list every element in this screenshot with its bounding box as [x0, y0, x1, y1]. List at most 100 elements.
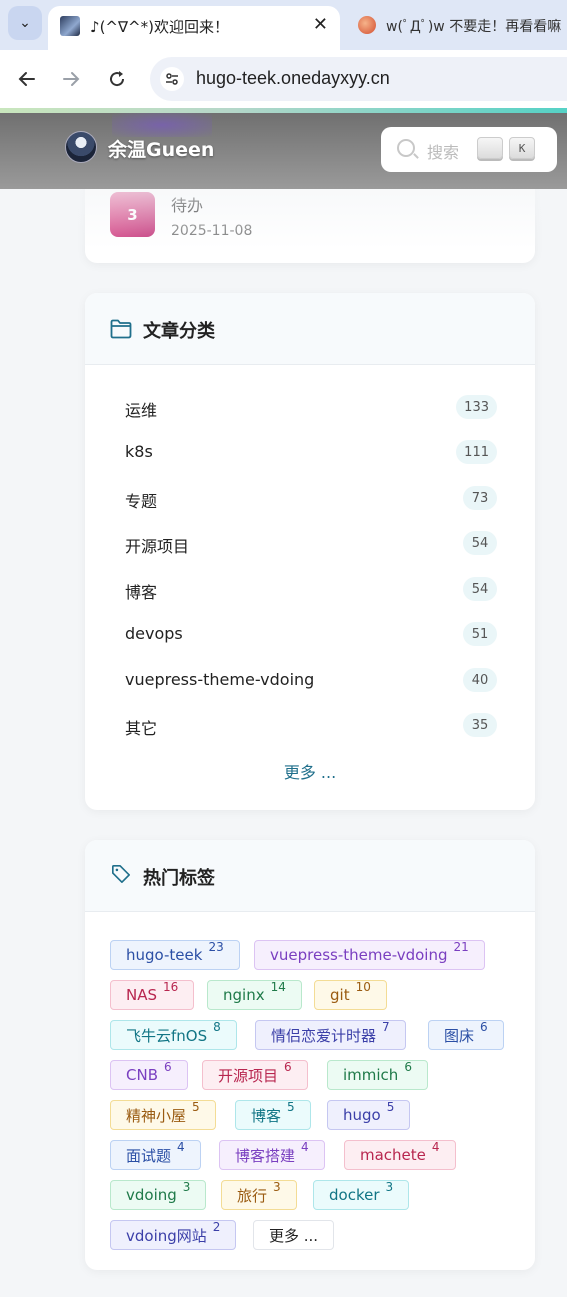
category-name[interactable]: devops: [125, 624, 183, 643]
category-name[interactable]: 其它: [125, 715, 157, 739]
tag-name: 飞牛云fnOS: [126, 1026, 208, 1045]
tab-favicon-icon: [60, 16, 80, 36]
header-glow: [112, 113, 212, 137]
site-title[interactable]: 余温Gueen: [108, 135, 214, 162]
category-name[interactable]: 博客: [125, 579, 157, 603]
tag-count: 6: [404, 1060, 412, 1074]
category-item[interactable]: 专题 73: [125, 484, 497, 514]
tag-item[interactable]: docker 3: [313, 1180, 410, 1210]
tag-item[interactable]: 精神小屋 5: [110, 1100, 216, 1130]
avatar[interactable]: [65, 131, 97, 163]
tag-name: hugo-teek: [126, 946, 203, 964]
tag-name: 博客搭建: [235, 1146, 296, 1165]
address-bar[interactable]: hugo-teek.onedayxyy.cn: [150, 57, 567, 101]
tag-count: 6: [164, 1060, 172, 1074]
tag-item[interactable]: 博客 5: [235, 1100, 311, 1130]
tag-item[interactable]: machete 4: [344, 1140, 456, 1170]
tag-name: 面试题: [126, 1146, 172, 1165]
category-item[interactable]: vuepress-theme-vdoing 40: [125, 666, 497, 696]
tag-item[interactable]: vuepress-theme-vdoing 21: [254, 940, 485, 970]
tab-search-button[interactable]: ⌄: [8, 6, 42, 40]
tag-item[interactable]: CNB 6: [110, 1060, 188, 1090]
category-item[interactable]: devops 51: [125, 620, 497, 650]
categories-more-link[interactable]: 更多 ...: [85, 759, 535, 783]
category-name[interactable]: k8s: [125, 442, 153, 461]
card-title: 热门标签: [143, 868, 215, 889]
tag-icon: [112, 865, 130, 883]
tag-name: 旅行: [237, 1186, 268, 1205]
tag-name: vuepress-theme-vdoing: [270, 946, 448, 964]
tag-count: 21: [453, 940, 469, 954]
tag-name: 精神小屋: [126, 1106, 187, 1125]
tag-name: docker: [329, 1186, 380, 1204]
tag-name: hugo: [343, 1106, 381, 1124]
tag-item[interactable]: NAS 16: [110, 980, 195, 1010]
tag-item[interactable]: immich 6: [327, 1060, 428, 1090]
tag-item[interactable]: nginx 14: [207, 980, 302, 1010]
site-info-icon[interactable]: [160, 67, 184, 91]
tag-name: vdoing网站: [126, 1226, 207, 1245]
category-count: 40: [463, 668, 497, 692]
tag-item[interactable]: 开源项目 6: [202, 1060, 308, 1090]
reload-icon[interactable]: [102, 64, 132, 94]
tag-item[interactable]: 旅行 3: [221, 1180, 297, 1210]
tag-item[interactable]: hugo-teek 23: [110, 940, 240, 970]
category-item[interactable]: 其它 35: [125, 711, 497, 741]
category-item[interactable]: 开源项目 54: [125, 529, 497, 559]
tag-count: 6: [284, 1060, 292, 1074]
search-icon: [397, 139, 415, 157]
browser-tab-active[interactable]: ♪(^∇^*)欢迎回来！ ✕: [48, 6, 340, 50]
tags-more-button[interactable]: 更多 ...: [253, 1220, 335, 1250]
folder-icon: [110, 319, 132, 339]
tag-item[interactable]: 飞牛云fnOS 8: [110, 1020, 237, 1050]
tag-name: 情侣恋爱计时器: [271, 1026, 377, 1045]
close-icon[interactable]: ✕: [313, 14, 328, 35]
tag-item[interactable]: git 10: [314, 980, 387, 1010]
tag-name: 开源项目: [218, 1066, 279, 1085]
tags-more-label: 更多 ...: [269, 1226, 319, 1245]
category-name[interactable]: vuepress-theme-vdoing: [125, 670, 314, 689]
tag-count: 23: [208, 940, 224, 954]
card-header: 热门标签: [85, 840, 535, 912]
tag-item[interactable]: hugo 5: [327, 1100, 411, 1130]
tag-name: NAS: [126, 986, 158, 1004]
tag-item[interactable]: vdoing 3: [110, 1180, 207, 1210]
tag-count: 8: [213, 1020, 221, 1034]
category-name[interactable]: 专题: [125, 488, 157, 512]
search-button[interactable]: 搜索 K: [381, 127, 557, 172]
tag-item[interactable]: 情侣恋爱计时器 7: [255, 1020, 406, 1050]
category-count: 54: [463, 577, 497, 601]
tag-item[interactable]: vdoing网站 2: [110, 1220, 237, 1250]
category-item[interactable]: k8s 111: [125, 438, 497, 468]
ctrl-key-icon: [477, 137, 503, 159]
tag-name: immich: [343, 1066, 399, 1084]
back-arrow-icon[interactable]: [12, 64, 42, 94]
tag-item[interactable]: 图床 6: [428, 1020, 504, 1050]
tag-count: 2: [212, 1220, 221, 1234]
category-count: 133: [456, 395, 497, 419]
browser-tab-inactive[interactable]: w(ﾟДﾟ)w 不要走！再看看嘛: [348, 6, 567, 46]
tag-count: 16: [163, 980, 179, 994]
category-name[interactable]: 开源项目: [125, 533, 189, 557]
forward-arrow-icon[interactable]: [56, 64, 86, 94]
tags-card: 热门标签 hugo-teek 23 vuepress-theme-vdoing 21…: [85, 840, 535, 1270]
tag-count: 5: [192, 1100, 200, 1114]
category-item[interactable]: 博客 54: [125, 575, 497, 605]
category-count: 111: [456, 440, 497, 464]
category-item[interactable]: 运维 133: [125, 393, 497, 423]
category-count: 54: [463, 531, 497, 555]
tag-item[interactable]: 博客搭建 4: [219, 1140, 325, 1170]
url-text[interactable]: hugo-teek.onedayxyy.cn: [196, 68, 390, 89]
tag-count: 3: [182, 1180, 191, 1194]
tag-name: 图床: [444, 1026, 475, 1045]
category-name[interactable]: 运维: [125, 397, 157, 421]
tag-name: vdoing: [126, 1186, 177, 1204]
tab-favicon-icon: [358, 16, 376, 34]
post-title[interactable]: 待办: [171, 192, 203, 216]
post-date: 2025-11-08: [171, 223, 253, 239]
tag-name: git: [330, 986, 350, 1004]
category-count: 51: [463, 622, 497, 646]
tag-item[interactable]: 面试题 4: [110, 1140, 201, 1170]
tag-name: machete: [360, 1146, 426, 1164]
tag-name: 博客: [251, 1106, 282, 1125]
